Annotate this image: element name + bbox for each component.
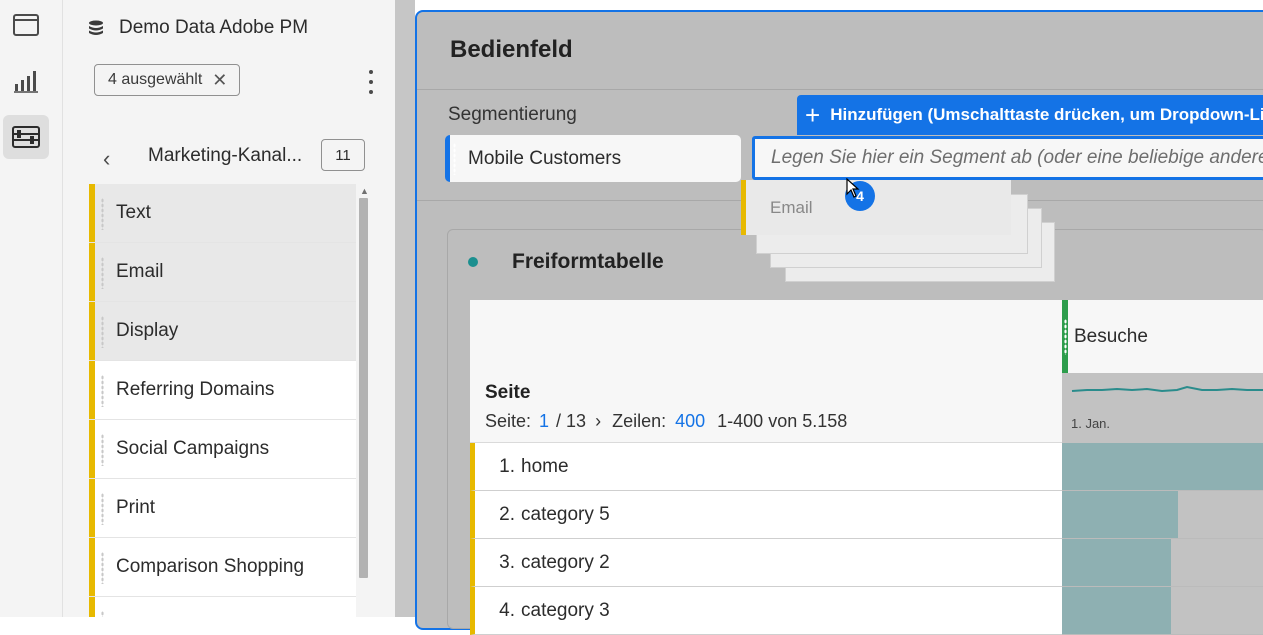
table-row[interactable]: 1. home bbox=[470, 443, 1062, 491]
database-icon bbox=[88, 20, 104, 41]
panel-icon[interactable] bbox=[3, 3, 49, 47]
row-label: category 2 bbox=[521, 551, 610, 573]
list-item-label: Social Campaigns bbox=[116, 438, 270, 459]
page-total: / 13 bbox=[556, 411, 587, 431]
dataset-title[interactable]: Demo Data Adobe PM bbox=[119, 17, 308, 39]
list-item[interactable]: Social Campaigns bbox=[89, 420, 356, 479]
category-bar bbox=[89, 361, 95, 419]
list-item-label: Text bbox=[116, 202, 151, 223]
filter-chip[interactable]: 4 ausgewählt ✕ bbox=[94, 64, 241, 96]
category-bar bbox=[89, 479, 95, 537]
metric-bar bbox=[1062, 539, 1172, 586]
list-item[interactable]: Text bbox=[89, 184, 356, 243]
component-list: Text Email Display Referring Domains Soc… bbox=[89, 184, 356, 617]
table-row[interactable]: 4. category 3 bbox=[470, 587, 1062, 635]
metric-cell[interactable] bbox=[1062, 491, 1263, 539]
list-item[interactable]: Comparison Shopping bbox=[89, 538, 356, 597]
visualization-icon[interactable] bbox=[3, 59, 49, 103]
rows-count[interactable]: 400 bbox=[675, 411, 705, 432]
drag-ghost-item: Email bbox=[741, 180, 1011, 235]
chevron-left-icon[interactable]: ‹ bbox=[103, 146, 110, 172]
drag-handle-icon[interactable] bbox=[453, 142, 456, 175]
page-number[interactable]: 1 bbox=[539, 411, 549, 432]
metric-cell[interactable] bbox=[1062, 587, 1263, 635]
cursor-icon bbox=[846, 177, 860, 203]
add-banner-label: Hinzufügen (Umschalttaste drücken, um Dr… bbox=[830, 105, 1263, 124]
table-row[interactable]: 2. category 5 bbox=[470, 491, 1062, 539]
row-number: 4. bbox=[499, 599, 515, 621]
sparkline bbox=[1071, 385, 1263, 393]
segment-chip-label: Mobile Customers bbox=[468, 147, 622, 169]
splitter[interactable] bbox=[395, 0, 415, 617]
drag-handle-icon[interactable] bbox=[101, 493, 104, 525]
drag-handle-icon[interactable] bbox=[101, 198, 104, 230]
drag-handle-icon[interactable] bbox=[101, 316, 104, 348]
list-item[interactable]: Print bbox=[89, 479, 356, 538]
visualization-title[interactable]: Freiformtabelle bbox=[512, 250, 664, 274]
filter-chip-label: 4 ausgewählt bbox=[108, 71, 203, 88]
segment-label: Segmentierung bbox=[448, 104, 577, 125]
dimension-title[interactable]: Seite bbox=[485, 382, 530, 404]
metric-header[interactable]: Besuche bbox=[1062, 300, 1263, 373]
row-label: home bbox=[521, 455, 569, 477]
sparkline-date: 1. Jan. bbox=[1071, 416, 1111, 431]
row-number: 2. bbox=[499, 503, 515, 525]
category-bar bbox=[89, 597, 95, 617]
list-item[interactable] bbox=[89, 597, 356, 617]
components-icon[interactable] bbox=[3, 115, 49, 159]
category-bar bbox=[89, 302, 95, 360]
add-banner: + Hinzufügen (Umschalttaste drücken, um … bbox=[797, 95, 1263, 135]
metric-bar bbox=[1062, 587, 1172, 634]
left-rail bbox=[0, 0, 63, 617]
drag-handle-icon[interactable] bbox=[101, 375, 104, 407]
component-sidebar: Demo Data Adobe PM 4 ausgewählt ✕ ‹ Mark… bbox=[63, 0, 395, 617]
drag-handle-icon[interactable] bbox=[101, 257, 104, 289]
category-bar bbox=[89, 538, 95, 596]
list-item-label: Print bbox=[116, 497, 156, 518]
metric-label: Besuche bbox=[1074, 325, 1148, 347]
table-row[interactable]: 3. category 2 bbox=[470, 539, 1062, 587]
row-number: 1. bbox=[499, 455, 515, 477]
row-label: category 5 bbox=[521, 503, 610, 525]
row-range: 1-400 von 5.158 bbox=[717, 411, 848, 431]
drag-handle-icon[interactable] bbox=[1064, 318, 1067, 355]
category-bar bbox=[89, 243, 95, 301]
scroll-up-icon[interactable]: ▲ bbox=[360, 186, 369, 196]
more-options-icon[interactable] bbox=[365, 70, 377, 94]
list-item-label: Email bbox=[116, 261, 164, 282]
metric-bar bbox=[1062, 491, 1178, 538]
list-item[interactable]: Email bbox=[89, 243, 356, 302]
list-item-label: Comparison Shopping bbox=[116, 556, 305, 577]
metric-cell[interactable] bbox=[1062, 539, 1263, 587]
pagination: Seite: 1 / 13 › Zeilen: 400 1-400 von 5.… bbox=[485, 411, 847, 432]
row-label: category 3 bbox=[521, 599, 610, 621]
drag-handle-icon[interactable] bbox=[101, 611, 104, 617]
category-bar bbox=[89, 420, 95, 478]
plus-icon: + bbox=[805, 99, 821, 130]
category-bar bbox=[89, 184, 95, 242]
panel-title[interactable]: Bedienfeld bbox=[450, 36, 573, 64]
metric-cell[interactable] bbox=[1062, 443, 1263, 491]
segment-chip[interactable]: Mobile Customers bbox=[445, 135, 741, 182]
drag-handle-icon[interactable] bbox=[101, 434, 104, 466]
item-count-badge: 11 bbox=[321, 139, 365, 171]
close-icon[interactable]: ✕ bbox=[212, 70, 227, 91]
list-item-label: Referring Domains bbox=[116, 379, 275, 400]
sparkline-area bbox=[1062, 373, 1263, 443]
metric-bar bbox=[1062, 443, 1263, 490]
list-item[interactable]: Referring Domains bbox=[89, 361, 356, 420]
breadcrumb: Marketing-Kanal... bbox=[148, 145, 303, 166]
chevron-right-icon[interactable]: › bbox=[595, 411, 601, 432]
scrollbar-thumb[interactable] bbox=[359, 198, 368, 578]
status-dot-icon bbox=[468, 257, 478, 267]
list-item-label: Display bbox=[116, 320, 179, 341]
page-label: Seite: bbox=[485, 411, 532, 431]
rows-label: Zeilen: bbox=[612, 411, 667, 431]
drag-handle-icon[interactable] bbox=[101, 552, 104, 584]
list-item[interactable]: Display bbox=[89, 302, 356, 361]
segment-drop-zone[interactable]: Legen Sie hier ein Segment ab (oder eine… bbox=[752, 136, 1263, 180]
row-number: 3. bbox=[499, 551, 515, 573]
divider bbox=[417, 89, 1263, 90]
